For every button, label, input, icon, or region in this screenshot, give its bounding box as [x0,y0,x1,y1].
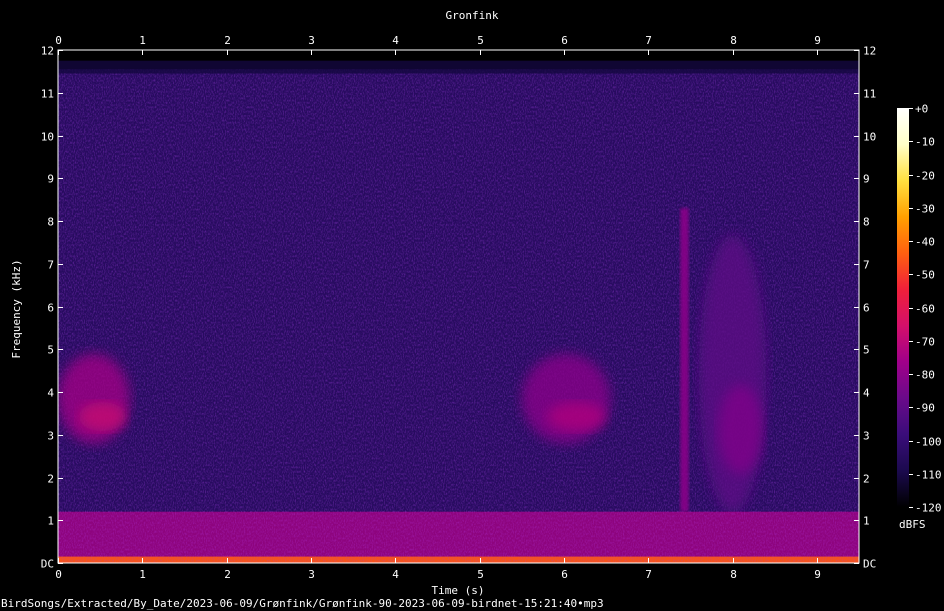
colorbar-tick-label: -60 [915,303,935,316]
x-tick-label: 7 [645,568,652,581]
y-tick-label: 9 [47,173,54,186]
feature-shape [718,384,763,474]
sound-feature [58,353,130,444]
y-tick-label: 4 [863,387,870,400]
spectrogram-chart: 00112233445566778899DC DC1 12 23 34 45 56 67 78 8… [41,34,942,581]
x-tick-label: 0 [55,34,62,47]
chart-title: Gronfink [445,9,499,22]
y-tick-label: 3 [47,430,54,443]
y-tick-label: 5 [863,344,870,357]
feature-shape [698,234,767,513]
x-tick-label: 8 [730,568,737,581]
y-tick-label: 10 [863,131,876,144]
x-tick-label: 4 [392,34,399,47]
y-tick-label: 7 [47,259,54,272]
x-tick-label: 6 [561,34,568,47]
colorbar-tick-label: -100 [915,436,942,449]
x-tick-label: 9 [814,34,821,47]
x-tick-label: 5 [477,568,484,581]
feature-shape [58,511,859,563]
y-tick-label: 7 [863,259,870,272]
y-tick-label: 12 [863,45,876,58]
x-tick-label: 9 [814,568,821,581]
sound-feature [680,208,689,512]
feature-shape [58,353,130,444]
y-tick-label: 4 [47,387,54,400]
y-tick-label: 5 [47,344,54,357]
y-tick-label: 11 [41,88,54,101]
sound-feature [58,511,859,563]
feature-shape [78,402,127,431]
y-tick-label: 8 [47,216,54,229]
colorbar-tick-label: -10 [915,136,935,149]
feature-shape [521,353,611,444]
colorbar-tick-label: +0 [915,103,928,116]
x-axis-label: Time (s) [431,584,485,597]
colorbar-tick-label: -30 [915,203,935,216]
sound-feature [698,234,767,513]
y-axis-label: Frequency (kHz) [10,259,23,359]
spectrogram-figure: 0 0 1 1 2 2 3 3 4 4 5 5 6 6 7 7 8 8 9 9 DC DC 1 1 2 2 3 3 4 4 5 5 6 6 7 7 8 8… [0,0,944,611]
y-tick-label: 6 [863,302,870,315]
y-tick-label: 3 [863,430,870,443]
y-tick-label: 6 [47,302,54,315]
colorbar-tick-label: -80 [915,369,935,382]
feature-shape [680,208,689,512]
y-tick-label: 1 [863,515,870,528]
y-tick-label: 1 [47,515,54,528]
y-tick-label: DC [41,558,54,571]
y-tick-label: 12 [41,45,54,58]
x-tick-label: 6 [561,568,568,581]
x-tick-label: 1 [139,568,146,581]
spectrogram-plot-area [58,50,859,563]
colorbar-gradient [897,108,909,507]
x-tick-label: 4 [392,568,399,581]
colorbar-tick-label: -40 [915,236,935,249]
x-tick-label: 5 [477,34,484,47]
colorbar: +0 -10 -20 -30 -40 -50 -60 -70 -80 -90 -100 -110 -12… [897,103,942,515]
colorbar-label: dBFS [899,518,926,531]
x-tick-label: 3 [308,34,315,47]
footer-file-path: BirdSongs/Extracted/By_Date/2023-06-09/G… [1,597,604,610]
feature-shape [547,402,606,431]
y-tick-label: 10 [41,131,54,144]
colorbar-tick-label: -120 [915,502,942,515]
colorbar-tick-label: -50 [915,269,935,282]
colorbar-tick-label: -70 [915,336,935,349]
x-tick-label: 3 [308,568,315,581]
x-tick-label: 7 [645,34,652,47]
sound-feature [521,353,611,444]
colorbar-tick-label: -20 [915,170,935,183]
y-tick-label: 2 [863,473,870,486]
y-tick-label: 11 [863,88,876,101]
y-tick-label: 8 [863,216,870,229]
x-tick-label: 2 [224,568,231,581]
colorbar-tick-label: -110 [915,469,942,482]
y-tick-label: 9 [863,173,870,186]
x-tick-label: 8 [730,34,737,47]
x-tick-label: 0 [55,568,62,581]
colorbar-tick-label: -90 [915,402,935,415]
x-tick-label: 1 [139,34,146,47]
y-tick-label: DC [863,558,876,571]
x-tick-label: 2 [224,34,231,47]
noise-rolloff [58,60,859,74]
y-tick-label: 2 [47,473,54,486]
